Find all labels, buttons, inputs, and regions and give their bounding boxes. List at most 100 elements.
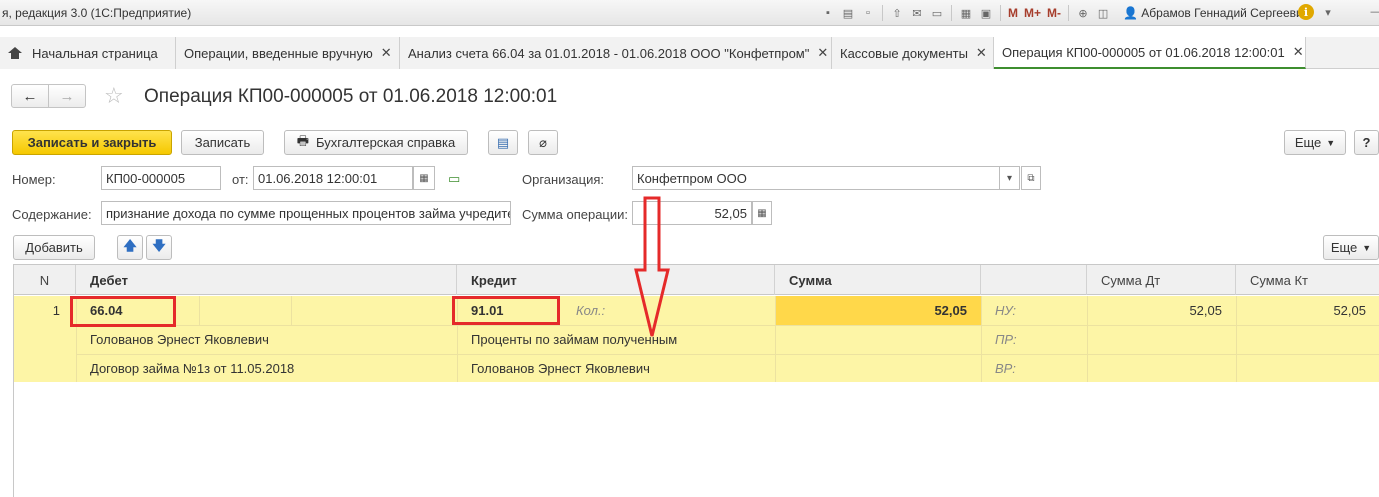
chevron-down-icon[interactable]: ▾ xyxy=(1320,4,1336,20)
move-down-button[interactable]: 🡇 xyxy=(146,235,172,260)
date-label: от: xyxy=(232,172,249,187)
calendar-icon[interactable]: ▣ xyxy=(978,5,994,21)
minimize-icon[interactable]: — xyxy=(1368,4,1379,20)
table-header: N Дебет Кредит Сумма Сумма Дт Сумма Кт xyxy=(14,265,1379,295)
row-number: 1 xyxy=(52,303,60,318)
table-more-button[interactable]: Еще ▼ xyxy=(1323,235,1379,260)
annotation-arrow-icon xyxy=(634,196,670,337)
tab-manual-operations[interactable]: Операции, введенные вручную ✕ xyxy=(176,37,400,69)
debit-subconto-1[interactable]: Голованов Эрнест Яковлевич xyxy=(76,325,457,354)
button-label: Записать xyxy=(194,135,251,150)
more-button[interactable]: Еще ▼ xyxy=(1284,130,1346,155)
sum-dt-cell[interactable]: 52,05 xyxy=(1087,296,1236,325)
memory-m-button[interactable]: M xyxy=(1007,5,1019,21)
number-field[interactable]: КП00-000005 xyxy=(101,166,221,190)
sum-cell[interactable]: 52,05 xyxy=(775,296,981,325)
close-icon[interactable]: ✕ xyxy=(976,45,987,61)
calculator-icon[interactable]: ▦ xyxy=(958,5,974,21)
memory-minus-button[interactable]: M- xyxy=(1046,5,1062,21)
home-icon xyxy=(8,47,22,59)
memory-plus-button[interactable]: M+ xyxy=(1023,5,1042,21)
grid-line xyxy=(199,296,200,325)
tab-home[interactable]: Начальная страница xyxy=(0,37,176,69)
mail-icon[interactable]: ✉ xyxy=(909,5,925,21)
navigation-buttons: ← → xyxy=(11,84,86,108)
column-accounting-type[interactable] xyxy=(981,265,1087,295)
toolbar-separator xyxy=(882,5,883,21)
favorite-star-icon[interactable]: ☆ xyxy=(104,84,124,108)
button-label: Бухгалтерская справка xyxy=(316,135,456,150)
organization-label: Организация: xyxy=(522,172,605,187)
toolbar-separator xyxy=(1000,5,1001,21)
add-row-button[interactable]: Добавить xyxy=(13,235,95,260)
debit-subconto-2[interactable]: Договор займа №1з от 11.05.2018 xyxy=(76,354,457,382)
button-label: Еще xyxy=(1294,135,1322,150)
document-icon[interactable]: ▭ xyxy=(929,5,945,21)
preview-icon[interactable]: ▫ xyxy=(860,5,876,21)
save-button[interactable]: Записать xyxy=(181,130,264,155)
sum-kt-cell[interactable]: 52,05 xyxy=(1236,296,1379,325)
credit-subconto-2[interactable]: Голованов Эрнест Яковлевич xyxy=(457,354,775,382)
chevron-down-icon: ▼ xyxy=(1326,137,1336,148)
structure-button[interactable]: ▤ xyxy=(488,130,518,155)
print-icon[interactable]: ▤ xyxy=(840,5,856,21)
content-label: Содержание: xyxy=(12,207,92,222)
date-field[interactable]: 01.06.2018 12:00:01 xyxy=(253,166,413,190)
info-icon[interactable]: i xyxy=(1298,4,1314,20)
help-button[interactable]: ? xyxy=(1354,130,1379,155)
tab-label: Операции, введенные вручную xyxy=(184,45,373,61)
column-sum-kt[interactable]: Сумма Кт xyxy=(1236,265,1379,295)
structure-icon: ▤ xyxy=(496,134,510,150)
toolbar-separator xyxy=(1068,5,1070,21)
arrow-up-icon: 🡅 xyxy=(123,237,137,253)
user-label: Абрамов Геннадий Сергеевич xyxy=(1141,6,1309,20)
tab-operation[interactable]: Операция КП00-000005 от 01.06.2018 12:00… xyxy=(994,37,1306,69)
app-title: я, редакция 3.0 (1С:Предприятие) xyxy=(2,6,192,20)
accounting-report-button[interactable]: 🖶 Бухгалтерская справка xyxy=(284,130,468,155)
save-icon[interactable]: ▪ xyxy=(820,5,836,21)
calculator-icon[interactable]: ▦ xyxy=(752,201,772,225)
column-debit[interactable]: Дебет xyxy=(76,265,457,295)
open-icon[interactable]: ⧉ xyxy=(1021,166,1041,190)
pr-label: ПР: xyxy=(995,332,1017,347)
forward-arrow-icon[interactable]: → xyxy=(48,85,85,107)
title-bar: я, редакция 3.0 (1С:Предприятие) ▪ ▤ ▫ ⇧… xyxy=(0,0,1379,26)
close-icon[interactable]: ✕ xyxy=(381,45,392,61)
paperclip-icon: ⌀ xyxy=(539,134,547,150)
zoom-icon[interactable]: ⊕ xyxy=(1075,5,1091,21)
upload-icon[interactable]: ⇧ xyxy=(889,5,905,21)
move-up-button[interactable]: 🡅 xyxy=(117,235,143,260)
toolbar-separator xyxy=(951,5,952,21)
post-document-icon[interactable]: ▭ xyxy=(448,171,460,187)
nu-label: НУ: xyxy=(995,303,1017,318)
chevron-down-icon: ▼ xyxy=(1362,242,1372,253)
entries-table: N Дебет Кредит Сумма Сумма Дт Сумма Кт 1… xyxy=(13,264,1379,497)
tab-label: Анализ счета 66.04 за 01.01.2018 - 01.06… xyxy=(408,45,810,61)
chevron-down-icon[interactable]: ▾ xyxy=(1000,166,1020,190)
tab-cash-documents[interactable]: Кассовые документы ✕ xyxy=(832,37,994,69)
button-label: Записать и закрыть xyxy=(27,135,157,150)
user-name[interactable]: 👤 Абрамов Геннадий Сергеевич xyxy=(1123,6,1309,20)
column-sum-dt[interactable]: Сумма Дт xyxy=(1087,265,1236,295)
column-credit[interactable]: Кредит xyxy=(457,265,775,295)
credit-subconto-1[interactable]: Проценты по займам полученным xyxy=(457,325,775,354)
arrow-down-icon: 🡇 xyxy=(152,237,166,253)
save-and-close-button[interactable]: Записать и закрыть xyxy=(12,130,172,155)
calendar-icon[interactable]: ▦ xyxy=(413,166,435,190)
tab-bar: Начальная страница Операции, введенные в… xyxy=(0,37,1379,69)
vr-label: ВР: xyxy=(995,360,1016,376)
organization-field[interactable]: Конфетпром ООО xyxy=(632,166,1000,190)
panel-icon[interactable]: ◫ xyxy=(1095,5,1111,21)
close-icon[interactable]: ✕ xyxy=(1293,44,1304,60)
debit-highlight-box xyxy=(70,296,176,327)
content-field[interactable]: признание дохода по сумме прощенных проц… xyxy=(101,201,511,225)
column-sum[interactable]: Сумма xyxy=(775,265,981,295)
button-label: ? xyxy=(1362,135,1371,150)
column-n[interactable]: N xyxy=(14,265,76,295)
grid-line xyxy=(291,296,292,325)
attach-button[interactable]: ⌀ xyxy=(528,130,558,155)
printer-icon: 🖶 xyxy=(296,132,310,148)
close-icon[interactable]: ✕ xyxy=(817,45,828,61)
back-arrow-icon[interactable]: ← xyxy=(12,85,48,107)
tab-account-analysis[interactable]: Анализ счета 66.04 за 01.01.2018 - 01.06… xyxy=(400,37,832,69)
